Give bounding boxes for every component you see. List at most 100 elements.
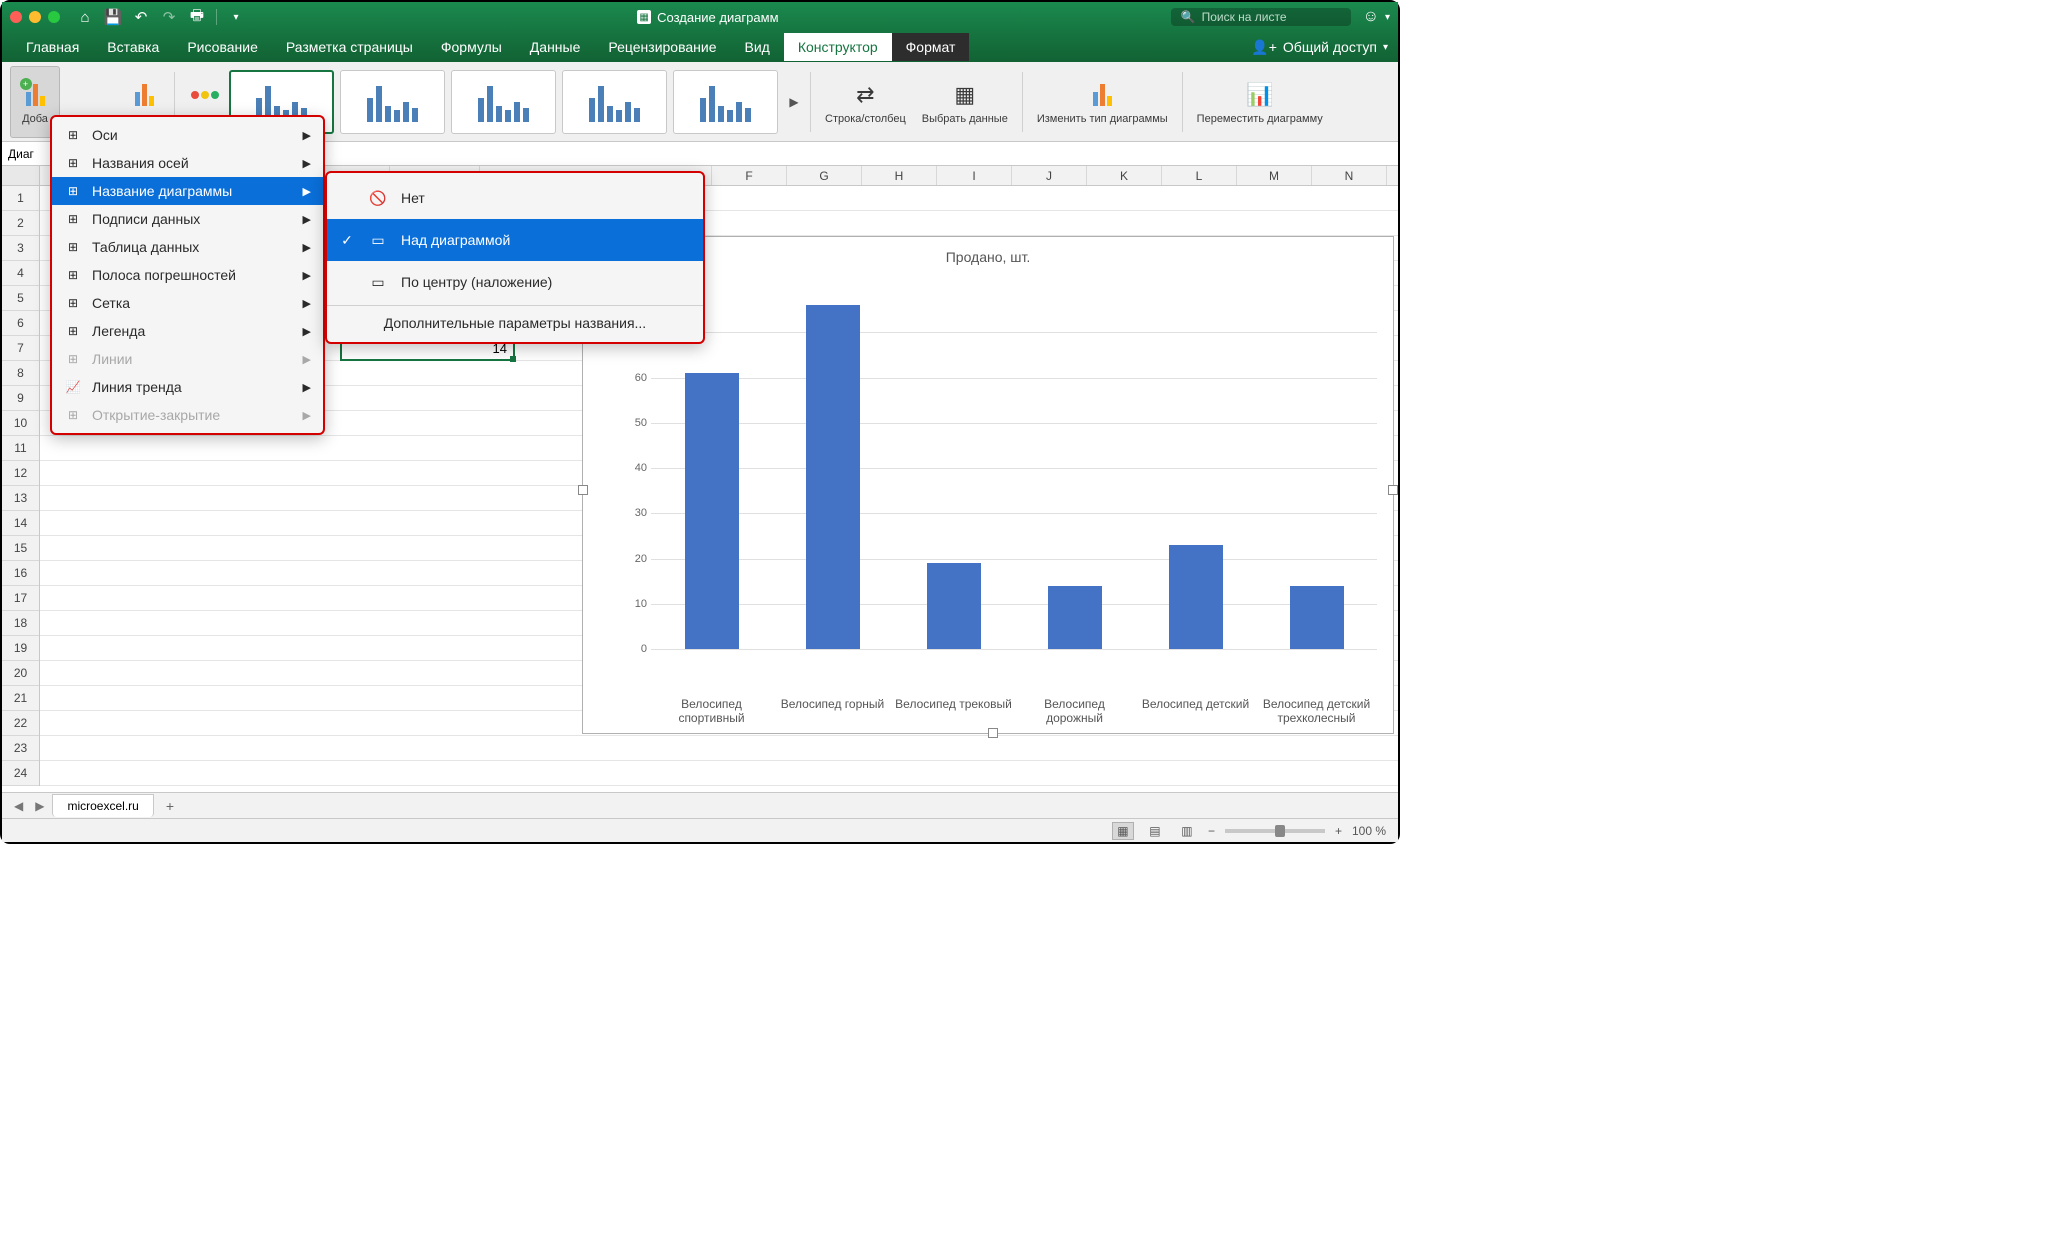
bar[interactable] [1169, 545, 1223, 649]
row-header[interactable]: 13 [2, 486, 39, 511]
bar[interactable] [806, 305, 860, 649]
row-header[interactable]: 8 [2, 361, 39, 386]
col-header[interactable]: L [1162, 166, 1237, 185]
menu-item-trendline[interactable]: 📈Линия тренда▶ [52, 373, 323, 401]
menu-item-error-bars[interactable]: ⊞Полоса погрешностей▶ [52, 261, 323, 289]
col-header[interactable]: N [1312, 166, 1387, 185]
row-header[interactable]: 10 [2, 411, 39, 436]
row-header[interactable]: 15 [2, 536, 39, 561]
menu-item-data-labels[interactable]: ⊞Подписи данных▶ [52, 205, 323, 233]
add-sheet-button[interactable]: + [158, 798, 182, 814]
row-header[interactable]: 18 [2, 611, 39, 636]
row-header[interactable]: 19 [2, 636, 39, 661]
row-header[interactable]: 24 [2, 761, 39, 786]
resize-handle[interactable] [988, 728, 998, 738]
close-icon[interactable] [10, 11, 22, 23]
menu-item-axes[interactable]: ⊞Оси▶ [52, 121, 323, 149]
tab-home[interactable]: Главная [12, 33, 93, 61]
view-normal-icon[interactable]: ▦ [1112, 822, 1134, 840]
row-header[interactable]: 20 [2, 661, 39, 686]
bar[interactable] [1048, 586, 1102, 649]
feedback-dropdown-icon[interactable]: ▾ [1385, 12, 1390, 23]
print-icon[interactable]: 🖶 [188, 8, 206, 26]
chart-style-2[interactable] [340, 70, 445, 134]
zoom-in-button[interactable]: + [1335, 824, 1342, 838]
row-header[interactable]: 1 [2, 186, 39, 211]
search-input[interactable]: 🔍 Поиск на листе [1171, 8, 1351, 26]
save-icon[interactable]: 💾 [104, 8, 122, 26]
tab-design[interactable]: Конструктор [784, 33, 892, 61]
tab-layout[interactable]: Разметка страницы [272, 33, 427, 61]
sheet-tab[interactable]: microexcel.ru [52, 794, 153, 817]
row-header[interactable]: 21 [2, 686, 39, 711]
col-header[interactable]: I [937, 166, 1012, 185]
chart-style-4[interactable] [562, 70, 667, 134]
submenu-item-more-options[interactable]: Дополнительные параметры названия... [327, 308, 703, 338]
redo-icon[interactable]: ↷ [160, 8, 178, 26]
menu-item-gridlines[interactable]: ⊞Сетка▶ [52, 289, 323, 317]
row-header[interactable]: 7 [2, 336, 39, 361]
tab-data[interactable]: Данные [516, 33, 595, 61]
zoom-out-button[interactable]: − [1208, 824, 1215, 838]
home-icon[interactable]: ⌂ [76, 8, 94, 26]
submenu-item-centered[interactable]: ▭По центру (наложение) [327, 261, 703, 303]
resize-handle[interactable] [1388, 485, 1398, 495]
sheet-nav-next[interactable]: ▶ [31, 799, 48, 813]
col-header[interactable]: J [1012, 166, 1087, 185]
feedback-icon[interactable]: ☺ [1363, 8, 1379, 26]
share-button[interactable]: 👤+ Общий доступ ▾ [1251, 39, 1388, 56]
tab-view[interactable]: Вид [731, 33, 784, 61]
bar[interactable] [927, 563, 981, 649]
row-header[interactable]: 16 [2, 561, 39, 586]
select-data-button[interactable]: ▦ Выбрать данные [914, 66, 1016, 138]
row-header[interactable]: 4 [2, 261, 39, 286]
col-header[interactable]: G [787, 166, 862, 185]
row-header[interactable]: 12 [2, 461, 39, 486]
row-header[interactable]: 11 [2, 436, 39, 461]
menu-item-legend[interactable]: ⊞Легенда▶ [52, 317, 323, 345]
menu-item-chart-title[interactable]: ⊞Название диаграммы▶ [52, 177, 323, 205]
tab-insert[interactable]: Вставка [93, 33, 173, 61]
row-header[interactable]: 5 [2, 286, 39, 311]
tab-format[interactable]: Формат [892, 33, 970, 61]
change-chart-type-button[interactable]: Изменить тип диаграммы [1029, 66, 1176, 138]
row-header[interactable]: 23 [2, 736, 39, 761]
sheet-nav-prev[interactable]: ◀ [10, 799, 27, 813]
bar[interactable] [685, 373, 739, 649]
chart-style-3[interactable] [451, 70, 556, 134]
minimize-icon[interactable] [29, 11, 41, 23]
qat-dropdown-icon[interactable]: ▾ [227, 8, 245, 26]
submenu-item-above[interactable]: ✓▭Над диаграммой [327, 219, 703, 261]
maximize-icon[interactable] [48, 11, 60, 23]
col-header[interactable]: K [1087, 166, 1162, 185]
row-header[interactable]: 2 [2, 211, 39, 236]
tab-draw[interactable]: Рисование [173, 33, 272, 61]
switch-row-column-button[interactable]: ⇄ Строка/столбец [817, 66, 914, 138]
tab-formulas[interactable]: Формулы [427, 33, 516, 61]
menu-item-axis-titles[interactable]: ⊞Названия осей▶ [52, 149, 323, 177]
col-header[interactable]: M [1237, 166, 1312, 185]
row-header[interactable]: 9 [2, 386, 39, 411]
col-header[interactable]: F [712, 166, 787, 185]
resize-handle[interactable] [578, 485, 588, 495]
row-header[interactable]: 3 [2, 236, 39, 261]
move-chart-button[interactable]: 📊 Переместить диаграмму [1189, 66, 1331, 138]
view-page-break-icon[interactable]: ▥ [1176, 822, 1198, 840]
tab-review[interactable]: Рецензирование [594, 33, 730, 61]
zoom-level[interactable]: 100 % [1352, 824, 1386, 838]
row-header[interactable]: 6 [2, 311, 39, 336]
plot-area[interactable]: 010203040506070 [623, 287, 1377, 649]
row-header[interactable]: 14 [2, 511, 39, 536]
styles-scroll-right[interactable]: ▶ [784, 70, 804, 134]
fill-handle[interactable] [510, 356, 516, 362]
view-page-layout-icon[interactable]: ▤ [1144, 822, 1166, 840]
row-header[interactable]: 17 [2, 586, 39, 611]
select-all-corner[interactable] [2, 166, 40, 185]
chart-style-5[interactable] [673, 70, 778, 134]
undo-icon[interactable]: ↶ [132, 8, 150, 26]
row-header[interactable]: 22 [2, 711, 39, 736]
col-header[interactable]: H [862, 166, 937, 185]
bar[interactable] [1290, 586, 1344, 649]
menu-item-data-table[interactable]: ⊞Таблица данных▶ [52, 233, 323, 261]
submenu-item-none[interactable]: 🚫Нет [327, 177, 703, 219]
